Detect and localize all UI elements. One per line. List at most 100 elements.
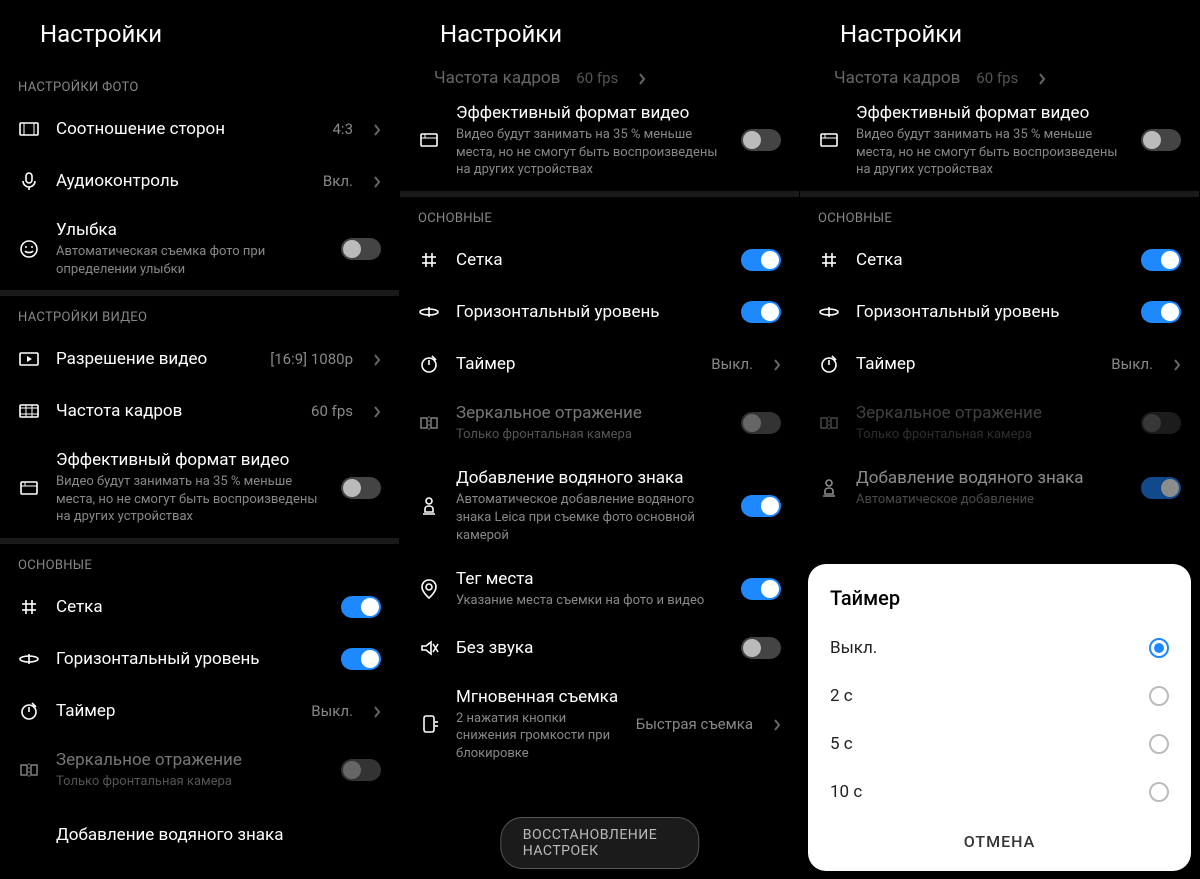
row-grid[interactable]: Сетка [800,234,1199,286]
level-icon [818,301,840,323]
reset-button[interactable]: ВОССТАНОВЛЕНИЕ НАСТРОЕК [500,817,700,869]
radio-icon [1149,686,1169,706]
level-toggle[interactable] [341,648,381,670]
filmstrip-icon [18,400,40,422]
timer-option-10s[interactable]: 10 с [830,768,1169,816]
mirror-toggle [741,412,781,434]
row-mute[interactable]: Без звука [400,622,799,674]
row-quick-capture[interactable]: Мгновенная съемка 2 нажатия кнопки сниже… [400,674,799,775]
row-grid[interactable]: Сетка [0,581,399,633]
timer-sheet: Таймер Выкл. 2 с 5 с 10 с ОТМЕНА [808,564,1191,871]
grid-icon [418,249,440,271]
phone-icon [418,713,440,735]
row-framerate-cut[interactable]: Частота кадров 60 fps [800,66,1199,90]
row-mirror: Зеркальное отражение Только фронтальная … [800,390,1199,456]
smile-toggle[interactable] [341,238,381,260]
value: Выкл. [311,702,353,720]
video-res-icon [18,348,40,370]
row-framerate[interactable]: Частота кадров 60 fps [0,385,399,437]
geotag-toggle[interactable] [741,578,781,600]
efficient-video-toggle[interactable] [741,129,781,151]
section-video: НАСТРОЙКИ ВИДЕО [0,296,399,333]
value: 60 fps [311,402,353,420]
mute-toggle[interactable] [741,637,781,659]
label: Зеркальное отражение [56,749,325,771]
header: Настройки [400,0,799,66]
row-level[interactable]: Горизонтальный уровень [400,286,799,338]
efficient-video-toggle[interactable] [341,477,381,499]
grid-toggle[interactable] [1141,249,1181,271]
stamp-icon [818,477,840,499]
sublabel: Видео будут занимать на 35 % меньше мест… [456,126,725,179]
label: Аудиоконтроль [56,170,307,192]
row-efficient-video[interactable]: Эффективный формат видео Видео будут зан… [0,437,399,538]
mic-icon [18,170,40,192]
screen-1: Настройки НАСТРОЙКИ ФОТО Соотношение сто… [0,0,400,879]
level-icon [18,648,40,670]
row-smile[interactable]: Улыбка Автоматическая съемка фото при оп… [0,207,399,290]
efficient-video-toggle[interactable] [1141,129,1181,151]
aspect-icon [18,118,40,140]
row-watermark-cut[interactable]: Добавление водяного знака [0,803,399,855]
sublabel: Только фронтальная камера [56,773,325,791]
row-timer[interactable]: Таймер Выкл. [800,338,1199,390]
efficient-video-icon [18,477,40,499]
row-geotag[interactable]: Тег места Указание места съемки на фото … [400,556,799,622]
value: [16:9] 1080p [270,350,353,368]
value: 4:3 [333,120,354,138]
timer-icon [18,700,40,722]
level-toggle[interactable] [741,301,781,323]
page-title: Настройки [840,20,962,48]
row-efficient-video[interactable]: Эффективный формат видео Видео будут зан… [800,90,1199,191]
level-icon [418,301,440,323]
label: Частота кадров [56,400,295,422]
timer-icon [818,353,840,375]
timer-option-2s[interactable]: 2 с [830,672,1169,720]
row-framerate-cut[interactable]: Частота кадров 60 fps [400,66,799,90]
efficient-video-icon [818,129,840,151]
level-toggle[interactable] [1141,301,1181,323]
radio-icon [1149,782,1169,802]
header: Настройки [800,0,1199,66]
timer-option-off[interactable]: Выкл. [830,624,1169,672]
chevron-right-icon [373,122,381,136]
timer-icon [418,353,440,375]
row-level[interactable]: Горизонтальный уровень [800,286,1199,338]
chevron-right-icon [373,174,381,188]
watermark-toggle[interactable] [1141,477,1181,499]
row-watermark[interactable]: Добавление водяного знака Автоматическое… [400,455,799,556]
mirror-toggle [341,759,381,781]
radio-icon [1149,638,1169,658]
grid-toggle[interactable] [741,249,781,271]
sheet-cancel[interactable]: ОТМЕНА [830,816,1169,859]
stamp-icon [18,824,40,846]
timer-option-5s[interactable]: 5 с [830,720,1169,768]
chevron-right-icon [638,71,646,85]
row-audio-control[interactable]: Аудиоконтроль Вкл. [0,155,399,207]
sheet-title: Таймер [830,586,1169,610]
row-efficient-video[interactable]: Эффективный формат видео Видео будут зан… [400,90,799,191]
value: Вкл. [323,172,353,190]
grid-icon [818,249,840,271]
row-video-resolution[interactable]: Разрешение видео [16:9] 1080p [0,333,399,385]
mute-icon [418,637,440,659]
row-timer[interactable]: Таймер Выкл. [0,685,399,737]
mirror-icon [818,412,840,434]
grid-toggle[interactable] [341,596,381,618]
page-title: Настройки [440,20,562,48]
row-grid[interactable]: Сетка [400,234,799,286]
grid-icon [18,596,40,618]
chevron-right-icon [1173,357,1181,371]
label: Соотношение сторон [56,118,317,140]
section-photo: НАСТРОЙКИ ФОТО [0,66,399,103]
section-general: ОСНОВНЫЕ [800,197,1199,234]
radio-icon [1149,734,1169,754]
row-timer[interactable]: Таймер Выкл. [400,338,799,390]
row-watermark[interactable]: Добавление водяного знака Автоматическое… [800,455,1199,521]
sublabel: Автоматическая съемка фото при определен… [56,243,325,278]
mirror-icon [18,759,40,781]
row-aspect-ratio[interactable]: Соотношение сторон 4:3 [0,103,399,155]
row-level[interactable]: Горизонтальный уровень [0,633,399,685]
watermark-toggle[interactable] [741,495,781,517]
section-general: ОСНОВНЫЕ [0,544,399,581]
